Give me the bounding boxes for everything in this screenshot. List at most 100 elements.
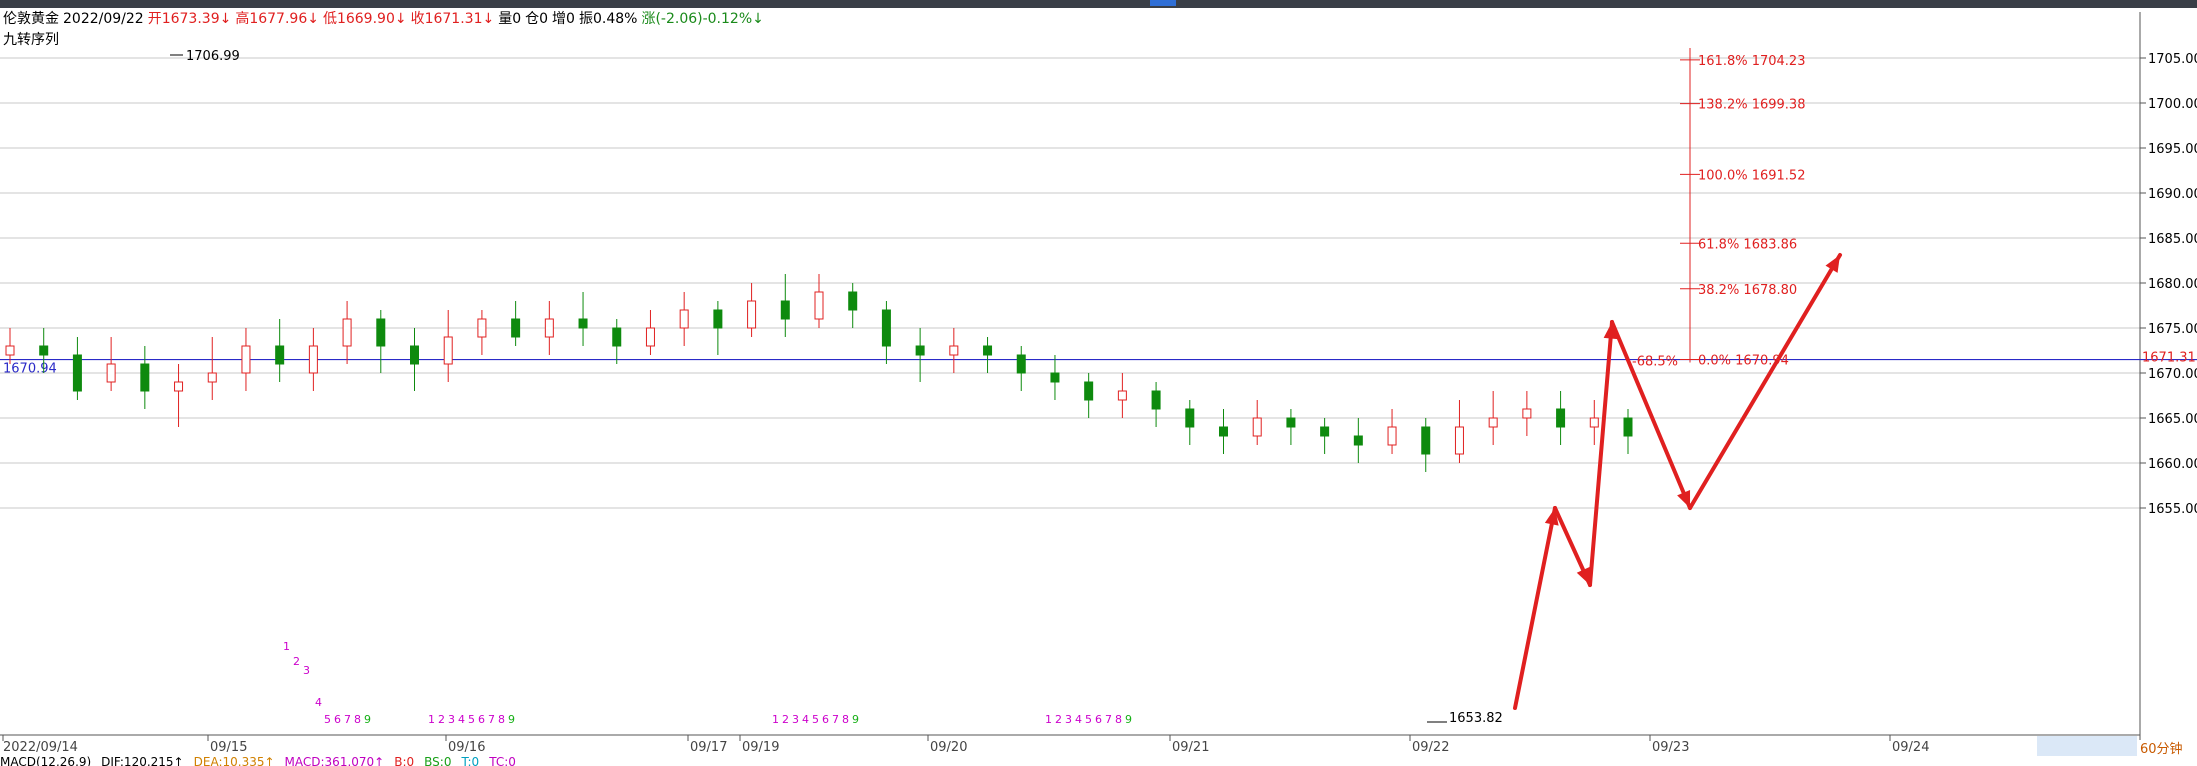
candle-body-31: [1050, 372, 1060, 383]
trend-arrow-2: [1588, 320, 1614, 587]
y-tick-label-4: 1685.00: [2148, 232, 2197, 247]
candle-body-38: [1286, 417, 1296, 428]
y-tick-label-2: 1695.00: [2148, 142, 2197, 157]
nine-seq-1-2: 3: [448, 713, 455, 726]
nine-seq-3-4: 5: [1085, 713, 1092, 726]
x-tick-label-7: 09/22: [1412, 740, 1449, 755]
y-tick-label-7: 1670.00: [2148, 367, 2197, 382]
nine-seq-1-5: 6: [478, 713, 485, 726]
candlestick-chart[interactable]: 1705.00 1700.00 1695.00 1690.00 1685.00 1680.…: [0, 0, 2197, 766]
candle-body-14: [477, 318, 487, 338]
y-tick-label-0: 1705.00: [2148, 52, 2197, 67]
candle-body-8: [275, 345, 285, 365]
nine-seq-0-7: 8: [354, 713, 361, 726]
candle-body-15: [511, 318, 521, 338]
candle-body-30: [1016, 354, 1026, 374]
nine-seq-2-0: 1: [772, 713, 779, 726]
x-tick-label-2: 09/16: [448, 740, 485, 755]
macd-t: T:0: [461, 755, 480, 766]
nine-seq-3-8: 9: [1125, 713, 1132, 726]
candle-body-19: [645, 327, 655, 347]
y-tick-label-9: 1660.00: [2148, 457, 2197, 472]
candle-body-37: [1252, 417, 1262, 437]
candle-body-20: [679, 309, 689, 329]
candle-body-28: [949, 345, 959, 356]
high-label: 1706.99: [186, 49, 240, 64]
candle-body-46: [1556, 408, 1566, 428]
nine-seq-3-7: 8: [1115, 713, 1122, 726]
nine-seq-0-3: 4: [315, 696, 322, 709]
candle-body-42: [1421, 426, 1431, 455]
candle-body-6: [207, 372, 217, 383]
y-tick-label-5: 1680.00: [2148, 277, 2197, 292]
candle-body-17: [578, 318, 588, 329]
nine-seq-0-1: 2: [293, 655, 300, 668]
macd-tc: TC:0: [489, 755, 516, 766]
nine-seq-0-5: 6: [334, 713, 341, 726]
candle-body-3: [106, 363, 116, 383]
nine-seq-1-4: 5: [468, 713, 475, 726]
fib-label-4: 38.2% 1678.80: [1698, 283, 1797, 298]
x-tick-label-3: 09/17: [690, 740, 727, 755]
macd-b: B:0: [394, 755, 415, 766]
macd-value: MACD:361.070↑: [284, 755, 385, 766]
nine-seq-2-6: 7: [832, 713, 839, 726]
candle-body-26: [881, 309, 891, 347]
low-label: 1653.82: [1449, 711, 1503, 726]
candle-body-9: [308, 345, 318, 374]
candle-body-7: [241, 345, 251, 374]
y-tick-label-8: 1665.00: [2148, 412, 2197, 427]
macd-bs: BS:0: [424, 755, 452, 766]
nine-seq-2-4: 5: [812, 713, 819, 726]
macd-dif: DIF:120.215↑: [101, 755, 184, 766]
candle-body-48: [1623, 417, 1633, 437]
nine-seq-1-7: 8: [498, 713, 505, 726]
nine-seq-0-4: 5: [324, 713, 331, 726]
candle-body-43: [1454, 426, 1464, 455]
macd-title: MACD(12,26,9): [0, 755, 92, 766]
candle-body-2: [72, 354, 82, 392]
candle-body-45: [1522, 408, 1532, 419]
nine-seq-3-3: 4: [1075, 713, 1082, 726]
nine-seq-2-5: 6: [822, 713, 829, 726]
nine-seq-0-8: 9: [364, 713, 371, 726]
nine-seq-2-7: 8: [842, 713, 849, 726]
candle-body-47: [1589, 417, 1599, 428]
y-tick-label-1: 1700.00: [2148, 97, 2197, 112]
candle-body-1: [39, 345, 49, 356]
candle-body-0: [5, 345, 15, 356]
fib-label-3: 61.8% 1683.86: [1698, 237, 1797, 252]
candle-body-32: [1084, 381, 1094, 401]
fib-label-2: 100.0% 1691.52: [1698, 168, 1805, 183]
trend-arrow-3: [1610, 320, 1692, 510]
y-tick-label-10: 1655.00: [2148, 502, 2197, 517]
candle-body-41: [1387, 426, 1397, 446]
nine-seq-2-8: 9: [852, 713, 859, 726]
candle-body-13: [443, 336, 453, 365]
macd-dea: DEA:10.335↑: [193, 755, 275, 766]
nine-seq-3-1: 2: [1055, 713, 1062, 726]
candle-body-33: [1117, 390, 1127, 401]
nine-seq-2-1: 2: [782, 713, 789, 726]
nine-seq-3-5: 6: [1095, 713, 1102, 726]
x-tick-label-9: 09/24: [1892, 740, 1929, 755]
fib-label-1: 138.2% 1699.38: [1698, 98, 1805, 113]
x-tick-label-1: 09/15: [210, 740, 247, 755]
nine-seq-0-6: 7: [344, 713, 351, 726]
candle-body-40: [1353, 435, 1363, 446]
nine-seq-3-6: 7: [1105, 713, 1112, 726]
current-price-label: 1671.31: [2142, 351, 2196, 366]
candle-body-16: [544, 318, 554, 338]
candle-body-24: [814, 291, 824, 320]
candle-body-36: [1219, 426, 1228, 437]
nine-seq-1-3: 4: [458, 713, 465, 726]
x-tick-label-4: 09/19: [742, 740, 779, 755]
candle-body-23: [780, 300, 790, 320]
candle-body-11: [376, 318, 386, 347]
candle-body-34: [1151, 390, 1161, 410]
x-tick-label-6: 09/21: [1172, 740, 1209, 755]
candle-body-21: [713, 309, 723, 329]
y-tick-label-6: 1675.00: [2148, 322, 2197, 337]
candle-body-27: [915, 345, 925, 356]
candle-body-39: [1320, 426, 1330, 437]
